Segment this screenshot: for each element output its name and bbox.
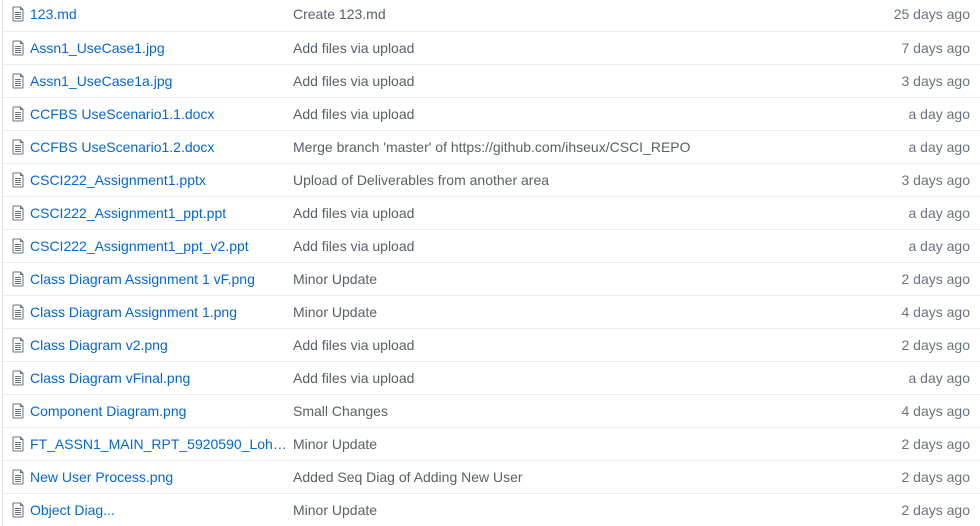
file-row: Class Diagram vFinal.png Add files via up…	[3, 361, 980, 394]
commit-age: 4 days ago	[901, 304, 971, 320]
file-name-link[interactable]: Class Diagram v2.png	[30, 337, 288, 354]
commit-message-link[interactable]: Add files via upload	[293, 40, 813, 57]
file-icon	[12, 6, 25, 22]
file-icon	[12, 403, 25, 419]
file-row: Class Diagram Assignment 1 vF.png Minor U…	[3, 262, 980, 295]
file-icon	[12, 172, 25, 188]
file-row: CCFBS UseScenario1.2.docx Merge branch 'm…	[3, 130, 980, 163]
file-name-link[interactable]: Assn1_UseCase1a.jpg	[30, 73, 288, 90]
commit-message-link[interactable]: Minor Update	[293, 502, 813, 519]
commit-message-link[interactable]: Add files via upload	[293, 106, 813, 123]
file-name-link[interactable]: CCFBS UseScenario1.2.docx	[30, 139, 288, 156]
file-name-link[interactable]: FT_ASSN1_MAIN_RPT_5920590_LohHa...	[30, 436, 288, 453]
file-name-link[interactable]: New User Process.png	[30, 469, 288, 486]
file-row: 123.md Create 123.md 25 days ago	[3, 0, 980, 31]
file-row: New User Process.png Added Seq Diag of Ad…	[3, 460, 980, 493]
file-icon	[12, 40, 25, 56]
commit-age: a day ago	[908, 238, 971, 254]
file-icon	[12, 238, 25, 254]
file-row: Class Diagram Assignment 1.png Minor Upda…	[3, 295, 980, 328]
file-row: FT_ASSN1_MAIN_RPT_5920590_LohHa... Minor …	[3, 427, 980, 460]
commit-message-link[interactable]: Add files via upload	[293, 205, 813, 222]
file-icon	[12, 337, 25, 353]
file-name-link[interactable]: CSCI222_Assignment1_ppt.ppt	[30, 205, 288, 222]
file-icon	[12, 205, 25, 221]
file-icon	[12, 271, 25, 287]
file-row: Object Diag... Minor Update 2 days ago	[3, 493, 980, 526]
file-icon	[12, 106, 25, 122]
file-row: Assn1_UseCase1a.jpg Add files via upload 3…	[3, 64, 980, 97]
file-row: CSCI222_Assignment1_ppt.ppt Add files via…	[3, 196, 980, 229]
file-icon	[12, 139, 25, 155]
commit-message-link[interactable]: Add files via upload	[293, 370, 813, 387]
file-row: Component Diagram.png Small Changes 4 days…	[3, 394, 980, 427]
commit-message-link[interactable]: Minor Update	[293, 304, 813, 321]
commit-message-link[interactable]: Add files via upload	[293, 337, 813, 354]
file-icon	[12, 370, 25, 386]
file-name-link[interactable]: CCFBS UseScenario1.1.docx	[30, 106, 288, 123]
commit-age: 2 days ago	[901, 337, 971, 353]
commit-age: 3 days ago	[901, 73, 971, 89]
file-row: CSCI222_Assignment1_ppt_v2.ppt Add files …	[3, 229, 980, 262]
file-row: Class Diagram v2.png Add files via upload…	[3, 328, 980, 361]
commit-message-link[interactable]: Add files via upload	[293, 73, 813, 90]
commit-message-link[interactable]: Merge branch 'master' of https://github.…	[293, 139, 813, 156]
commit-age: 3 days ago	[901, 172, 971, 188]
file-name-link[interactable]: Class Diagram vFinal.png	[30, 370, 288, 387]
file-name-link[interactable]: Assn1_UseCase1.jpg	[30, 40, 288, 57]
file-icon	[12, 469, 25, 485]
commit-age: a day ago	[908, 139, 971, 155]
commit-age: 2 days ago	[901, 502, 971, 518]
file-icon	[12, 436, 25, 452]
commit-age: a day ago	[908, 205, 971, 221]
commit-message-link[interactable]: Create 123.md	[293, 6, 813, 23]
commit-message-link[interactable]: Add files via upload	[293, 238, 813, 255]
commit-age: 2 days ago	[901, 436, 971, 452]
commit-message-link[interactable]: Minor Update	[293, 436, 813, 453]
commit-age: 25 days ago	[893, 6, 970, 22]
file-row: CCFBS UseScenario1.1.docx Add files via u…	[3, 97, 980, 130]
file-icon	[12, 304, 25, 320]
file-name-link[interactable]: CSCI222_Assignment1.pptx	[30, 172, 288, 189]
file-name-link[interactable]: Object Diag...	[30, 502, 288, 519]
file-name-link[interactable]: CSCI222_Assignment1_ppt_v2.ppt	[30, 238, 288, 255]
commit-message-link[interactable]: Upload of Deliverables from another area	[293, 172, 813, 189]
commit-message-link[interactable]: Added Seq Diag of Adding New User	[293, 469, 813, 486]
commit-age: a day ago	[908, 370, 971, 386]
commit-age: 7 days ago	[901, 40, 971, 56]
commit-age: 2 days ago	[901, 271, 971, 287]
commit-age: a day ago	[908, 106, 971, 122]
file-name-link[interactable]: Component Diagram.png	[30, 403, 288, 420]
commit-age: 2 days ago	[901, 469, 971, 485]
commit-message-link[interactable]: Minor Update	[293, 271, 813, 288]
file-name-link[interactable]: 123.md	[30, 6, 288, 23]
file-row: CSCI222_Assignment1.pptx Upload of Delive…	[3, 163, 980, 196]
commit-age: 4 days ago	[901, 403, 971, 419]
file-name-link[interactable]: Class Diagram Assignment 1.png	[30, 304, 288, 321]
file-icon	[12, 73, 25, 89]
file-row: Assn1_UseCase1.jpg Add files via upload 7 …	[3, 31, 980, 64]
commit-message-link[interactable]: Small Changes	[293, 403, 813, 420]
file-name-link[interactable]: Class Diagram Assignment 1 vF.png	[30, 271, 288, 288]
file-icon	[12, 502, 25, 518]
file-list: 123.md Create 123.md 25 days ago Assn1_UseC…	[2, 0, 980, 526]
